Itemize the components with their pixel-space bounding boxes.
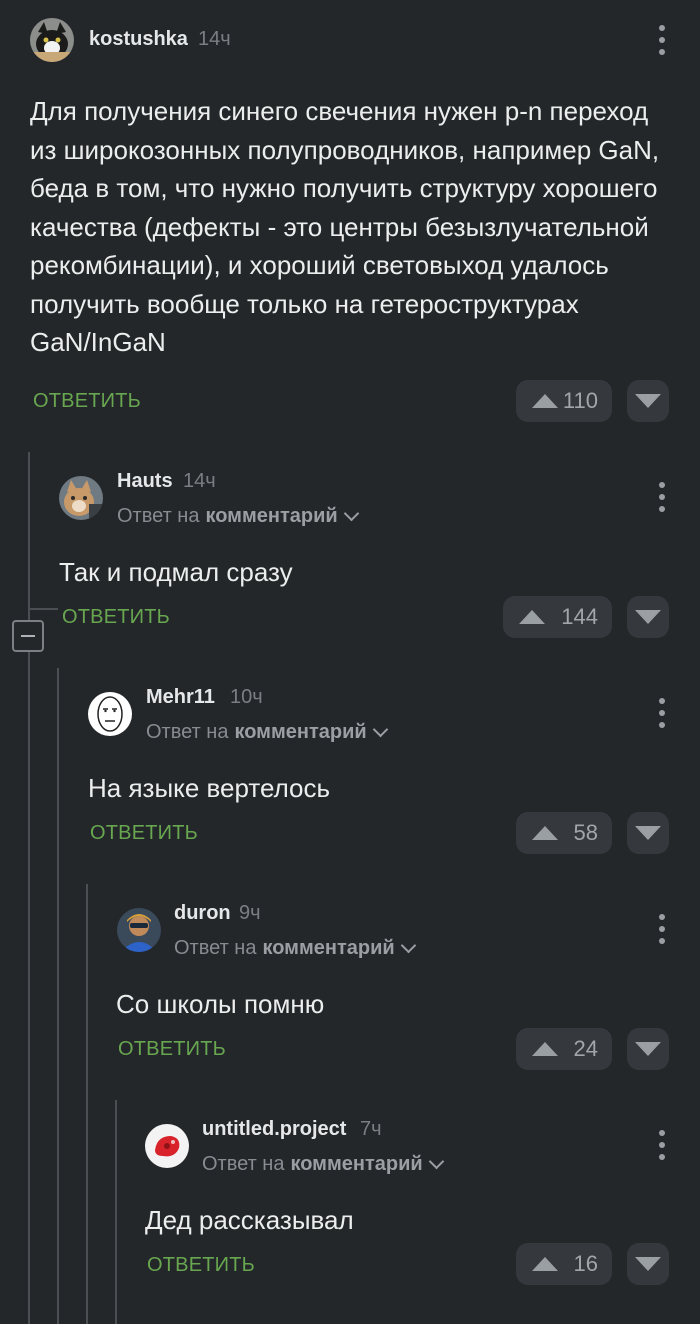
reply-to-prefix: Ответ на	[117, 505, 200, 527]
reply-to-link[interactable]: Ответ на комментарий	[174, 937, 416, 960]
avatar[interactable]	[88, 692, 132, 736]
avatar-cat-icon	[30, 18, 74, 62]
chevron-down-icon	[343, 505, 359, 522]
arrow-down-icon	[635, 394, 661, 408]
comment-text: Дед рассказывал	[145, 1205, 354, 1235]
reply-to-target: комментарий	[205, 505, 338, 527]
reply-button[interactable]: ОТВЕТИТЬ	[147, 1254, 255, 1277]
rating-count: 58	[573, 820, 598, 845]
comment-text: На языке вертелось	[88, 773, 331, 803]
reply-to-target: комментарий	[262, 937, 395, 959]
timestamp: 10ч	[230, 686, 263, 708]
timestamp: 9ч	[239, 902, 261, 924]
thread-line-level-1	[28, 452, 30, 1324]
downvote-button[interactable]	[627, 1028, 669, 1070]
username[interactable]: duron	[174, 902, 231, 925]
upvote-button[interactable]: 110	[516, 380, 612, 422]
username[interactable]: Hauts	[117, 470, 173, 493]
comment-text: Со школы помню	[116, 989, 325, 1019]
avatar[interactable]	[30, 18, 74, 62]
rating-count: 24	[573, 1036, 598, 1061]
arrow-up-icon	[532, 1042, 558, 1056]
arrow-down-icon	[635, 1042, 661, 1056]
comment-text: Для получения синего свечения нужен p-n …	[30, 96, 660, 357]
more-vertical-icon[interactable]	[650, 25, 674, 55]
rating-count: 144	[561, 604, 598, 629]
username[interactable]: Mehr11	[146, 686, 215, 709]
arrow-up-icon	[532, 826, 558, 840]
arrow-up-icon	[532, 1257, 558, 1271]
username[interactable]: untitled.project	[202, 1118, 346, 1141]
downvote-button[interactable]	[627, 812, 669, 854]
avatar[interactable]	[145, 1124, 189, 1168]
upvote-button[interactable]: 58	[516, 812, 612, 854]
thread-line-level-2	[57, 668, 59, 1324]
more-vertical-icon[interactable]	[650, 914, 674, 944]
reply-to-link[interactable]: Ответ на комментарий	[202, 1153, 444, 1176]
avatar-object-icon	[145, 1124, 189, 1168]
more-vertical-icon[interactable]	[650, 482, 674, 512]
downvote-button[interactable]	[627, 380, 669, 422]
avatar[interactable]	[117, 908, 161, 952]
chevron-down-icon	[372, 721, 388, 738]
thread-hook	[28, 608, 58, 610]
reply-to-link[interactable]: Ответ на комментарий	[117, 505, 359, 528]
chevron-down-icon	[400, 937, 416, 954]
more-vertical-icon[interactable]	[650, 1130, 674, 1160]
comment-text: Так и подмал сразу	[59, 557, 293, 587]
arrow-up-icon	[519, 610, 545, 624]
avatar-person-icon	[117, 908, 161, 952]
rating-count: 16	[573, 1251, 598, 1276]
timestamp: 14ч	[198, 28, 231, 50]
reply-to-prefix: Ответ на	[146, 721, 229, 743]
downvote-button[interactable]	[627, 1243, 669, 1285]
reply-button[interactable]: ОТВЕТИТЬ	[118, 1038, 226, 1061]
downvote-button[interactable]	[627, 596, 669, 638]
arrow-down-icon	[635, 1257, 661, 1271]
arrow-down-icon	[635, 826, 661, 840]
username[interactable]: kostushka	[89, 28, 188, 51]
timestamp: 14ч	[183, 470, 216, 492]
arrow-down-icon	[635, 610, 661, 624]
reply-to-link[interactable]: Ответ на комментарий	[146, 721, 388, 744]
thread-line-level-4	[115, 1100, 117, 1324]
rating-count: 110	[562, 388, 598, 413]
arrow-up-icon	[532, 394, 558, 408]
more-vertical-icon[interactable]	[650, 698, 674, 728]
reply-to-prefix: Ответ на	[202, 1153, 285, 1175]
thread-line-level-3	[86, 884, 88, 1324]
reply-button[interactable]: ОТВЕТИТЬ	[90, 822, 198, 845]
upvote-button[interactable]: 16	[516, 1243, 612, 1285]
minus-icon	[21, 635, 35, 637]
reply-to-prefix: Ответ на	[174, 937, 257, 959]
avatar[interactable]	[59, 476, 103, 520]
reply-to-target: комментарий	[290, 1153, 423, 1175]
reply-button[interactable]: ОТВЕТИТЬ	[62, 606, 170, 629]
avatar-meme-face-icon	[88, 692, 132, 736]
timestamp: 7ч	[360, 1118, 382, 1140]
upvote-button[interactable]: 24	[516, 1028, 612, 1070]
collapse-thread-button[interactable]	[12, 620, 44, 652]
chevron-down-icon	[428, 1153, 444, 1170]
upvote-button[interactable]: 144	[503, 596, 612, 638]
reply-button[interactable]: ОТВЕТИТЬ	[33, 390, 141, 413]
avatar-cat-icon	[59, 476, 103, 520]
reply-to-target: комментарий	[234, 721, 367, 743]
